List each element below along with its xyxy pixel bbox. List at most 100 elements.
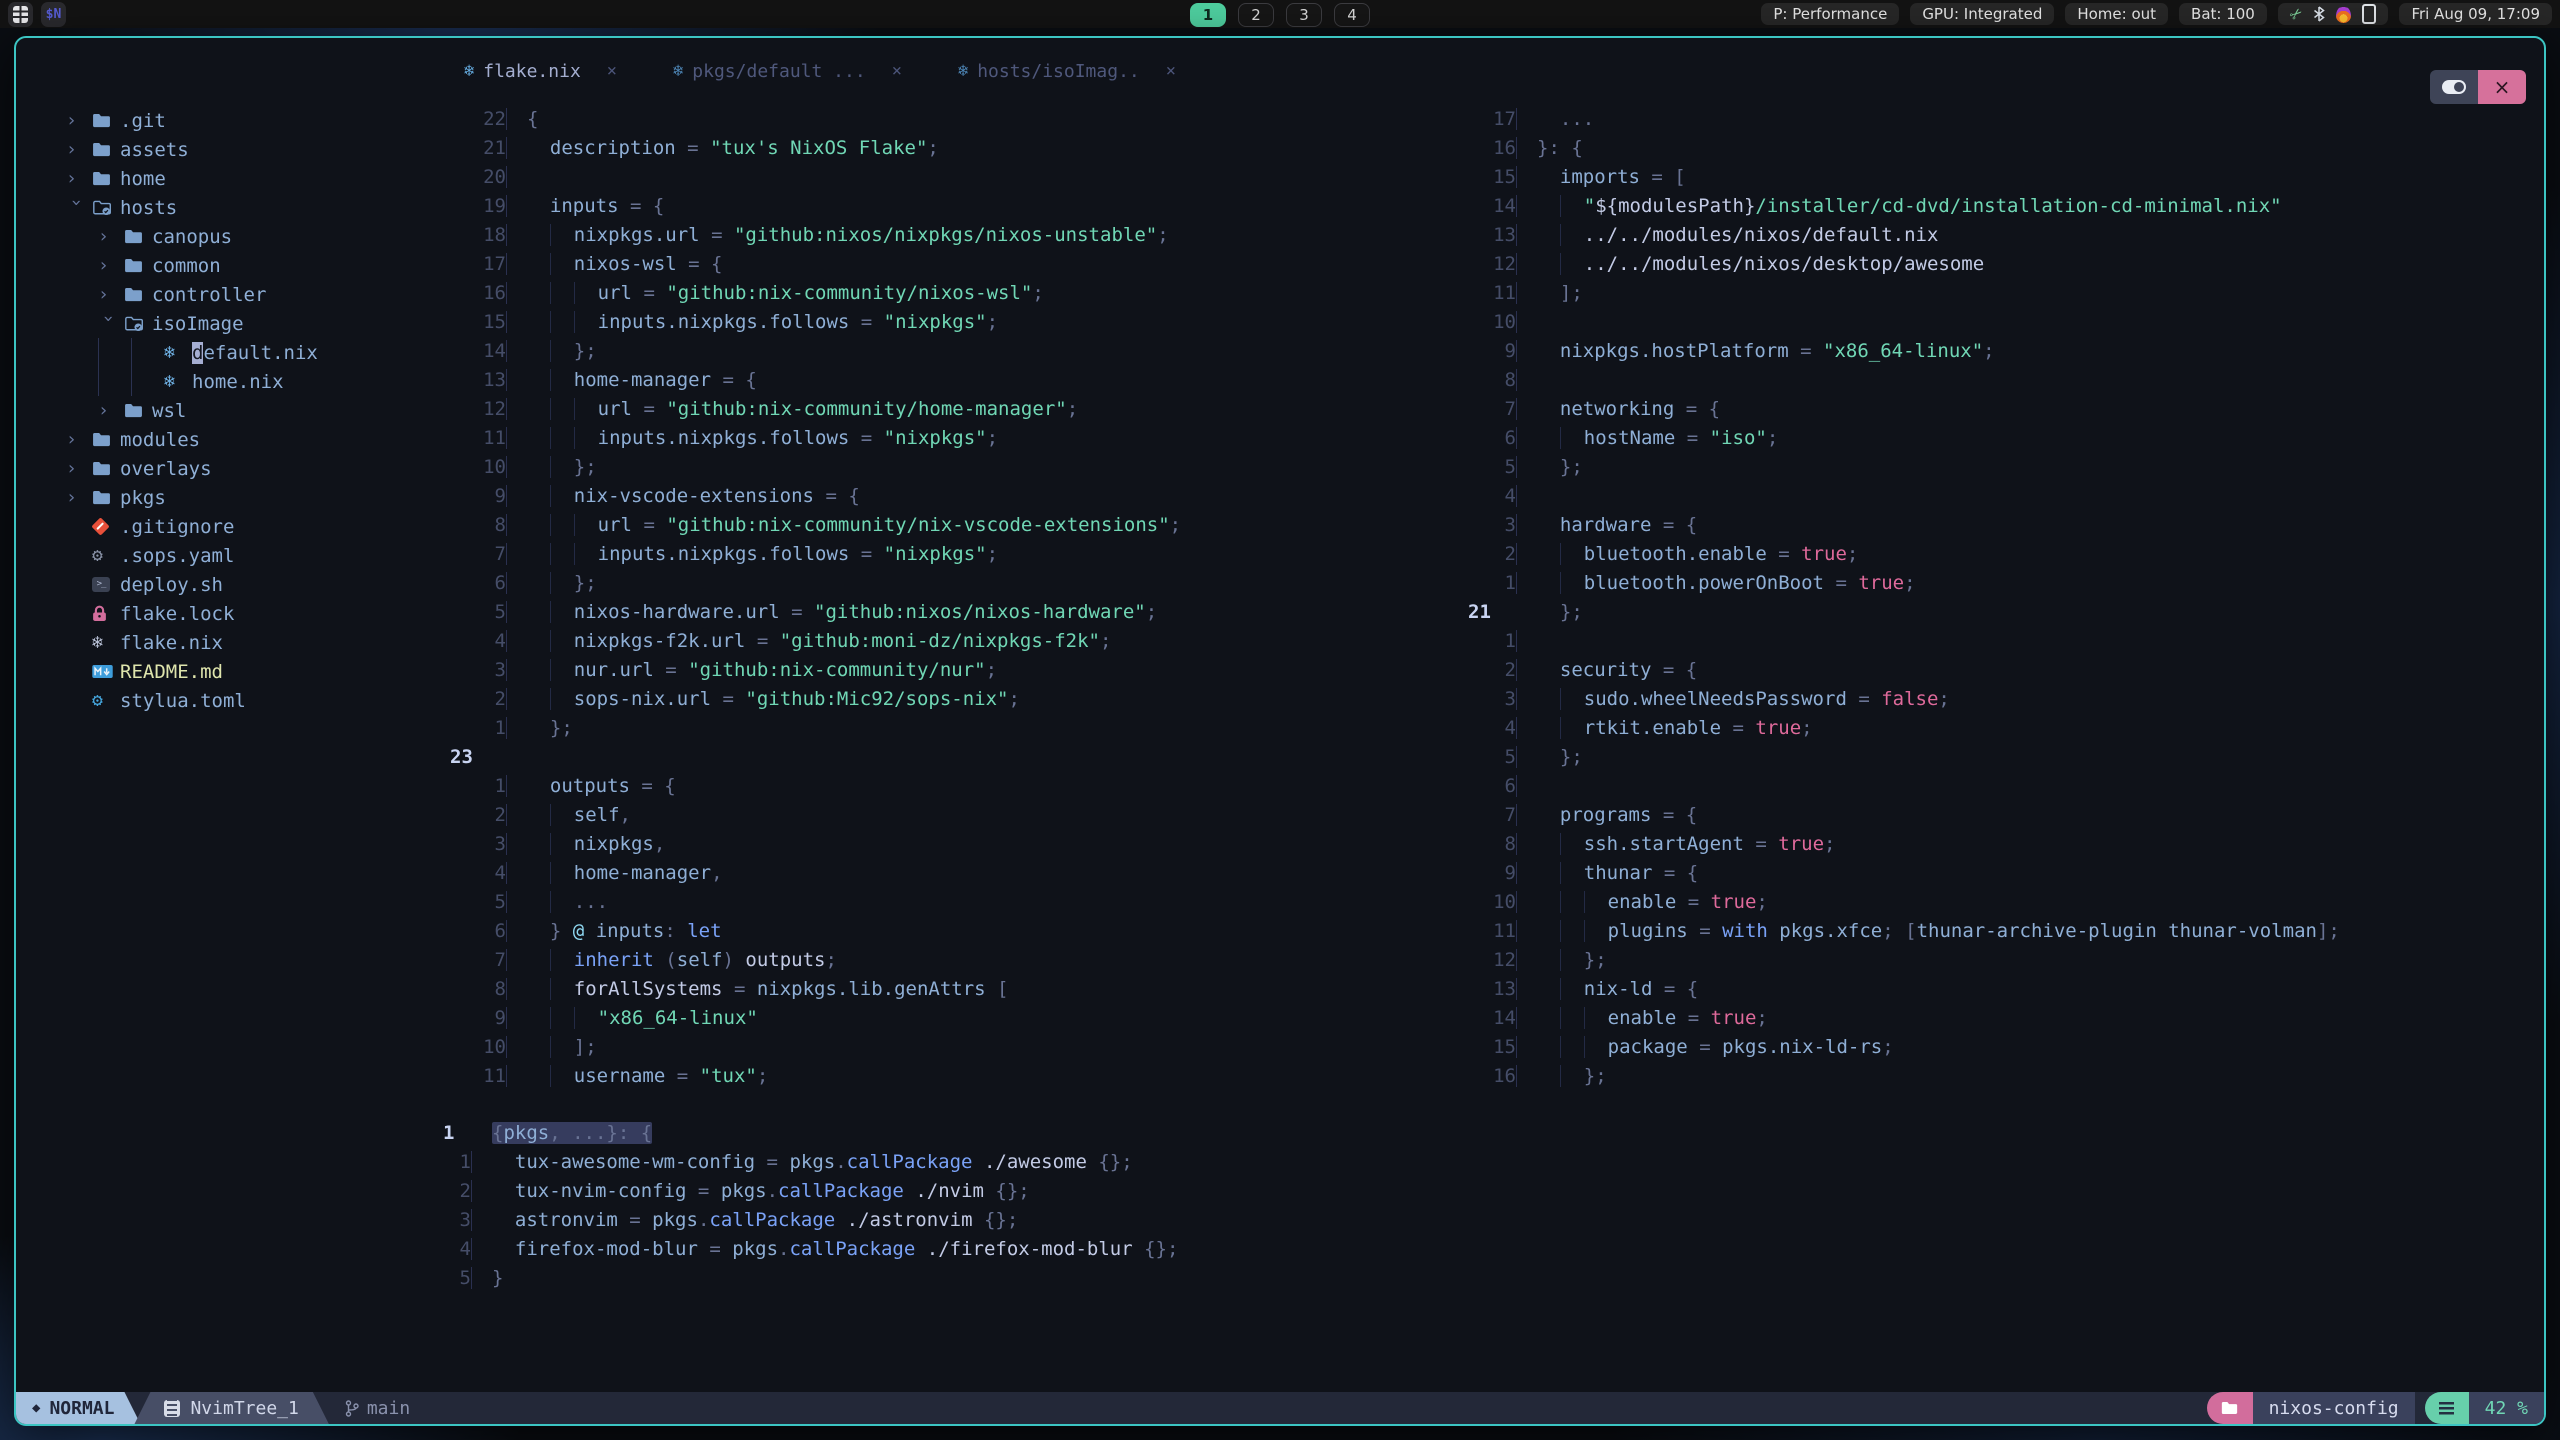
tree-item-README.md[interactable]: ›README.md [30,657,438,686]
tab-hosts-isoImag..[interactable]: ❄ hosts/isoImag.. × [930,61,1204,82]
tree-item-deploy.sh[interactable]: ›>_deploy.sh [30,570,438,599]
tree-item-overlays[interactable]: › overlays [30,454,438,483]
code-line[interactable]: 7 programs = { [1468,800,2538,829]
code-line[interactable]: 23 [450,742,1466,771]
chevron-closed-icon[interactable]: › [66,168,92,189]
code-line[interactable]: 16}: { [1468,133,2538,162]
code-line[interactable]: 15 inputs.nixpkgs.follows = "nixpkgs"; [450,307,1466,336]
code-line[interactable]: 17 nixos-wsl = { [450,249,1466,278]
chevron-closed-icon[interactable]: › [98,255,124,276]
code-line[interactable]: 1 {pkgs, ...}: { [443,1118,1843,1147]
code-line[interactable]: 5 ... [450,887,1466,916]
code-line[interactable]: 12 }; [1468,945,2538,974]
chevron-open-icon[interactable]: › [66,197,87,223]
code-line[interactable]: 6 [1468,771,2538,800]
chevron-closed-icon[interactable]: › [66,429,92,450]
code-line[interactable]: 5} [443,1263,1843,1292]
close-tab-icon[interactable]: × [892,61,902,81]
tree-item-controller[interactable]: › controller [30,280,438,309]
code-line[interactable]: 5 }; [1468,742,2538,771]
tree-item-default.nix[interactable]: ❄ default.nix [30,338,438,367]
code-line[interactable]: 1 bluetooth.powerOnBoot = true; [1468,568,2538,597]
code-line[interactable]: 3 hardware = { [1468,510,2538,539]
chevron-closed-icon[interactable]: › [66,110,92,131]
code-line[interactable]: 13 ../../modules/nixos/default.nix [1468,220,2538,249]
tree-item-home.nix[interactable]: ❄ home.nix [30,367,438,396]
code-line[interactable]: 15 imports = [ [1468,162,2538,191]
tree-item-wsl[interactable]: › wsl [30,396,438,425]
code-line[interactable]: 17 ... [1468,104,2538,133]
workspace-button-3[interactable]: 3 [1286,3,1322,27]
appearance-toggle-button[interactable] [2430,70,2478,104]
chevron-open-icon[interactable]: › [98,313,119,339]
tree-item-.sops.yaml[interactable]: ›⚙.sops.yaml [30,541,438,570]
tab-pkgs-default-...[interactable]: ❄ pkgs/default ... × [645,61,930,82]
code-line[interactable]: 2 bluetooth.enable = true; [1468,539,2538,568]
code-line[interactable]: 3 nixpkgs, [450,829,1466,858]
code-line[interactable]: 8 forAllSystems = nixpkgs.lib.genAttrs [ [450,974,1466,1003]
code-line[interactable]: 15 package = pkgs.nix-ld-rs; [1468,1032,2538,1061]
code-line[interactable]: 16 }; [1468,1061,2538,1090]
chevron-closed-icon[interactable]: › [98,226,124,247]
tree-item-home[interactable]: › home [30,164,438,193]
code-line[interactable]: 20 [450,162,1466,191]
tree-item-modules[interactable]: › modules [30,425,438,454]
tree-item-flake.lock[interactable]: ›flake.lock [30,599,438,628]
code-line[interactable]: 11 ]; [1468,278,2538,307]
chevron-closed-icon[interactable]: › [66,458,92,479]
chevron-closed-icon[interactable]: › [98,400,124,421]
close-tab-icon[interactable]: × [1166,61,1176,81]
code-line[interactable]: 4 firefox-mod-blur = pkgs.callPackage ./… [443,1234,1843,1263]
code-line[interactable]: 14 enable = true; [1468,1003,2538,1032]
code-line[interactable]: 10 enable = true; [1468,887,2538,916]
tree-item-hosts[interactable]: › hosts [30,193,438,222]
code-line[interactable]: 7 inherit (self) outputs; [450,945,1466,974]
code-line[interactable]: 7 networking = { [1468,394,2538,423]
flame-icon[interactable] [2336,5,2352,23]
tree-item-isoImage[interactable]: › isoImage [30,309,438,338]
tree-item-.git[interactable]: › .git [30,106,438,135]
code-line[interactable]: 1 }; [450,713,1466,742]
code-line[interactable]: 4 nixpkgs-f2k.url = "github:moni-dz/nixp… [450,626,1466,655]
code-line[interactable]: 1 [1468,626,2538,655]
tree-item-flake.nix[interactable]: ›❄flake.nix [30,628,438,657]
code-line[interactable]: 13 home-manager = { [450,365,1466,394]
code-line[interactable]: 11 inputs.nixpkgs.follows = "nixpkgs"; [450,423,1466,452]
code-line[interactable]: 14 "${modulesPath}/installer/cd-dvd/inst… [1468,191,2538,220]
code-line[interactable]: 4 [1468,481,2538,510]
tab-flake.nix[interactable]: ❄ flake.nix × [436,61,645,82]
code-line[interactable]: 2 tux-nvim-config = pkgs.callPackage ./n… [443,1176,1843,1205]
code-line[interactable]: 7 inputs.nixpkgs.follows = "nixpkgs"; [450,539,1466,568]
workspace-button-1[interactable]: 1 [1190,3,1226,27]
code-line[interactable]: 5 nixos-hardware.url = "github:nixos/nix… [450,597,1466,626]
code-line[interactable]: 8 ssh.startAgent = true; [1468,829,2538,858]
tree-item-pkgs[interactable]: › pkgs [30,483,438,512]
code-line[interactable]: 11 username = "tux"; [450,1061,1466,1090]
code-line[interactable]: 14 }; [450,336,1466,365]
code-line[interactable]: 9 nixpkgs.hostPlatform = "x86_64-linux"; [1468,336,2538,365]
close-tab-icon[interactable]: × [607,61,617,81]
code-line[interactable]: 3 nur.url = "github:nix-community/nur"; [450,655,1466,684]
code-line[interactable]: 6 } @ inputs: let [450,916,1466,945]
code-line[interactable]: 6 hostName = "iso"; [1468,423,2538,452]
code-line[interactable]: 13 nix-ld = { [1468,974,2538,1003]
code-line[interactable]: 1 tux-awesome-wm-config = pkgs.callPacka… [443,1147,1843,1176]
chevron-closed-icon[interactable]: › [66,487,92,508]
code-line[interactable]: 3 sudo.wheelNeedsPassword = false; [1468,684,2538,713]
code-line[interactable]: 8 url = "github:nix-community/nix-vscode… [450,510,1466,539]
workspace-button-4[interactable]: 4 [1334,3,1370,27]
code-line[interactable]: 1 outputs = { [450,771,1466,800]
tree-item-common[interactable]: › common [30,251,438,280]
code-line[interactable]: 2 self, [450,800,1466,829]
window-close-button[interactable]: × [2478,70,2526,104]
code-line[interactable]: 12 url = "github:nix-community/home-mana… [450,394,1466,423]
code-line[interactable]: 11 plugins = with pkgs.xfce; [thunar-arc… [1468,916,2538,945]
code-line[interactable]: 2 sops-nix.url = "github:Mic92/sops-nix"… [450,684,1466,713]
code-line[interactable]: 9 "x86_64-linux" [450,1003,1466,1032]
code-line[interactable]: 5 }; [1468,452,2538,481]
workspace-button-2[interactable]: 2 [1238,3,1274,27]
tree-item-stylua.toml[interactable]: ›⚙stylua.toml [30,686,438,715]
code-line[interactable]: 8 [1468,365,2538,394]
code-line[interactable]: 10 ]; [450,1032,1466,1061]
code-line[interactable]: 21 description = "tux's NixOS Flake"; [450,133,1466,162]
